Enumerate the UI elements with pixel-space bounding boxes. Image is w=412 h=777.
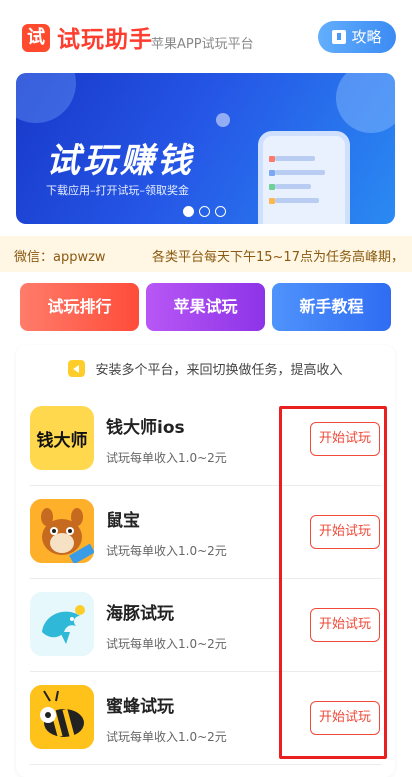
apple-trial-button[interactable]: 苹果试玩 — [146, 283, 265, 331]
banner-decoration — [336, 73, 395, 133]
carousel-dot-3[interactable] — [215, 206, 226, 217]
start-trial-button[interactable]: 开始试玩 — [310, 608, 380, 642]
phone-line — [275, 198, 319, 203]
speaker-icon — [68, 360, 86, 377]
icon-lettering: 钱大师 — [37, 430, 88, 451]
list-item[interactable]: 海豚试玩 试玩每单收入1.0~2元 开始试玩 — [30, 579, 382, 672]
phone-line — [275, 170, 325, 175]
carousel-indicators[interactable] — [183, 206, 226, 217]
page: 试 试玩助手 苹果APP试玩平台 攻略 试玩赚钱 下载应用–打开试玩–领取奖金 … — [0, 0, 412, 777]
header: 试 试玩助手 苹果APP试玩平台 攻略 — [0, 0, 412, 72]
banner-description: 下载应用–打开试玩–领取奖金 — [46, 184, 189, 197]
guide-button[interactable]: 攻略 — [318, 21, 396, 53]
banner-decoration — [216, 113, 230, 127]
app-income: 试玩每单收入1.0~2元 — [106, 544, 227, 558]
app-name: 鼠宝 — [106, 511, 140, 531]
start-trial-button[interactable]: 开始试玩 — [310, 701, 380, 735]
carousel-dot-1[interactable] — [183, 206, 194, 217]
bee-app-icon — [30, 685, 94, 749]
notice-wechat: 微信：appwzw — [14, 250, 106, 265]
logo-icon: 试 — [22, 24, 50, 52]
tutorial-button[interactable]: 新手教程 — [272, 283, 391, 331]
notice-marquee: 微信：appwzw 各类平台每天下午15~17点为任务高峰期， — [0, 236, 412, 272]
carousel-dot-2[interactable] — [199, 206, 210, 217]
start-trial-button[interactable]: 开始试玩 — [310, 422, 380, 456]
app-logo-text: 试玩助手 — [57, 27, 153, 53]
phone-line — [275, 156, 315, 161]
qiandashi-app-icon: 钱大师 — [30, 406, 94, 470]
app-name: 钱大师ios — [106, 418, 185, 438]
app-income: 试玩每单收入1.0~2元 — [106, 730, 227, 744]
start-trial-button[interactable]: 开始试玩 — [310, 515, 380, 549]
notice-peak-hours: 各类平台每天下午15~17点为任务高峰期， — [152, 250, 404, 265]
app-name: 蜜蜂试玩 — [106, 697, 174, 717]
app-subtitle: 苹果APP试玩平台 — [151, 37, 254, 52]
bookmark-icon — [332, 30, 347, 44]
promo-banner[interactable]: 试玩赚钱 下载应用–打开试玩–领取奖金 — [16, 73, 395, 224]
app-name: 海豚试玩 — [106, 604, 174, 624]
list-item[interactable]: 鼠宝 试玩每单收入1.0~2元 开始试玩 — [30, 486, 382, 579]
dolphin-app-icon — [30, 592, 94, 656]
banner-decoration — [16, 73, 76, 123]
banner-title: 试玩赚钱 — [46, 141, 194, 181]
tip-label: 安装多个平台，来回切换做任务，提高收入 — [95, 363, 343, 378]
squirrel-app-icon — [30, 499, 94, 563]
list-item[interactable]: 钱大师 钱大师ios 试玩每单收入1.0~2元 开始试玩 — [30, 393, 382, 486]
tip-text: 安装多个平台，来回切换做任务，提高收入 — [16, 359, 395, 378]
guide-button-label: 攻略 — [351, 28, 382, 46]
rank-button[interactable]: 试玩排行 — [20, 283, 139, 331]
app-income: 试玩每单收入1.0~2元 — [106, 451, 227, 465]
phone-line — [275, 184, 311, 189]
list-item[interactable]: 蜜蜂试玩 试玩每单收入1.0~2元 开始试玩 — [30, 672, 382, 765]
app-income: 试玩每单收入1.0~2元 — [106, 637, 227, 651]
phone-illustration — [258, 131, 350, 224]
app-list-card: 安装多个平台，来回切换做任务，提高收入 钱大师 钱大师ios 试玩每单收入1.0… — [16, 345, 395, 777]
